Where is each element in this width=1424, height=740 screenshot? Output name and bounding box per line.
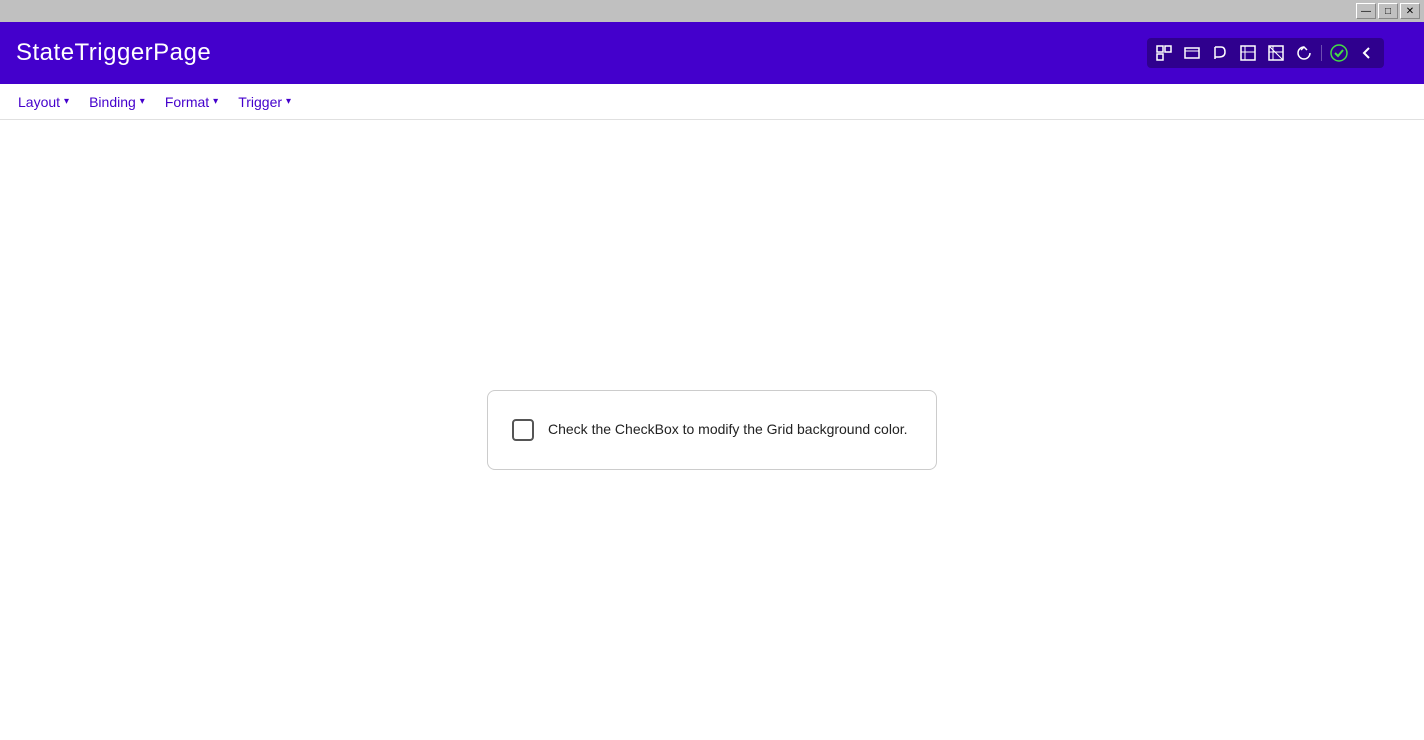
menu-item-format[interactable]: Format ▾: [155, 88, 228, 116]
toolbar-btn-2[interactable]: [1179, 40, 1205, 66]
close-button[interactable]: ✕: [1400, 3, 1420, 19]
menu-binding-label: Binding: [89, 94, 136, 110]
menu-layout-chevron: ▾: [64, 96, 69, 107]
toolbar-btn-4[interactable]: [1235, 40, 1261, 66]
toolbar-separator: [1321, 45, 1322, 61]
menu-layout-label: Layout: [18, 94, 60, 110]
restore-button[interactable]: □: [1378, 3, 1398, 19]
title-bar: — □ ✕: [0, 0, 1424, 22]
toolbar: [1147, 38, 1384, 68]
menu-format-chevron: ▾: [213, 96, 218, 107]
checkbox-card: Check the CheckBox to modify the Grid ba…: [487, 390, 937, 470]
menu-item-binding[interactable]: Binding ▾: [79, 88, 155, 116]
menu-trigger-chevron: ▾: [286, 96, 291, 107]
minimize-button[interactable]: —: [1356, 3, 1376, 19]
app-header: StateTriggerPage: [0, 22, 1424, 84]
main-content: Check the CheckBox to modify the Grid ba…: [0, 120, 1424, 740]
menu-bar: Layout ▾ Binding ▾ Format ▾ Trigger ▾: [0, 84, 1424, 120]
menu-binding-chevron: ▾: [140, 96, 145, 107]
toolbar-btn-5[interactable]: [1263, 40, 1289, 66]
menu-trigger-label: Trigger: [238, 94, 282, 110]
toolbar-btn-1[interactable]: [1151, 40, 1177, 66]
menu-item-trigger[interactable]: Trigger ▾: [228, 88, 301, 116]
toolbar-btn-arrow[interactable]: [1354, 40, 1380, 66]
menu-item-layout[interactable]: Layout ▾: [8, 88, 79, 116]
checkbox-label: Check the CheckBox to modify the Grid ba…: [548, 420, 908, 440]
app-title: StateTriggerPage: [16, 39, 211, 67]
toolbar-btn-3[interactable]: [1207, 40, 1233, 66]
grid-color-checkbox[interactable]: [512, 419, 534, 441]
toolbar-btn-6[interactable]: [1291, 40, 1317, 66]
menu-format-label: Format: [165, 94, 209, 110]
toolbar-btn-check[interactable]: [1326, 40, 1352, 66]
